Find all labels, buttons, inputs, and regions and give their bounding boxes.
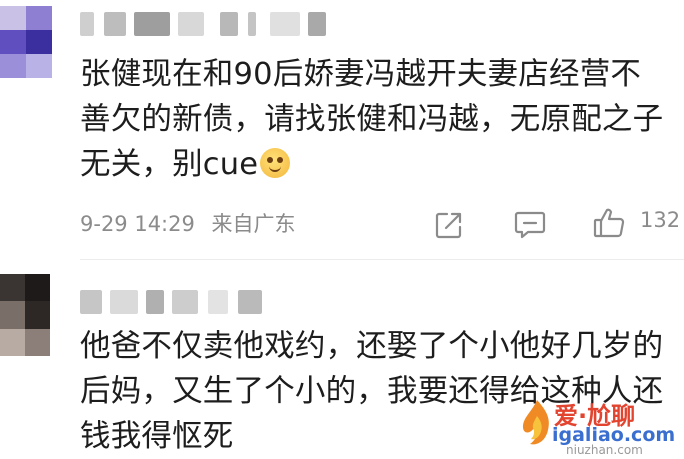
avatar[interactable] [0, 6, 52, 78]
avatar[interactable] [0, 274, 50, 356]
thumbs-up-icon[interactable] [592, 206, 626, 240]
comment-meta: 9-29 14:29 来自广东 [80, 208, 306, 238]
comment-line: 张健现在和90后娇妻冯越开夫妻店经营不 [80, 57, 642, 92]
comment-line: 无关，别cue [80, 142, 670, 187]
comment-date: 9-29 14:29 [80, 212, 195, 236]
comment-line: 他爸不仅卖他戏约，还娶了个小他好几岁的 [80, 329, 664, 364]
comment-source: 来自广东 [211, 212, 296, 236]
comment-line: 善欠的新债，请找张健和冯越，无原配之子 [80, 102, 664, 137]
flame-logo-icon [522, 400, 549, 445]
comment-icon[interactable] [514, 210, 546, 240]
comment-text: 张健现在和90后娇妻冯越开夫妻店经营不 善欠的新债，请找张健和冯越，无原配之子 … [80, 52, 670, 187]
site-watermark: 爱·尬聊 igaliao.com niuzhan.com [520, 396, 684, 457]
smile-emoji-icon [260, 148, 291, 178]
like-count: 132 [640, 208, 681, 232]
watermark-url-secondary: niuzhan.com [566, 443, 643, 457]
divider [80, 259, 684, 260]
share-icon[interactable] [434, 210, 464, 240]
comment-line-text: 无关，别cue [80, 147, 259, 182]
username-redacted[interactable] [80, 286, 270, 318]
comment-card: 张健现在和90后娇妻冯越开夫妻店经营不 善欠的新债，请找张健和冯越，无原配之子 … [0, 0, 684, 260]
username-redacted[interactable] [80, 8, 330, 40]
